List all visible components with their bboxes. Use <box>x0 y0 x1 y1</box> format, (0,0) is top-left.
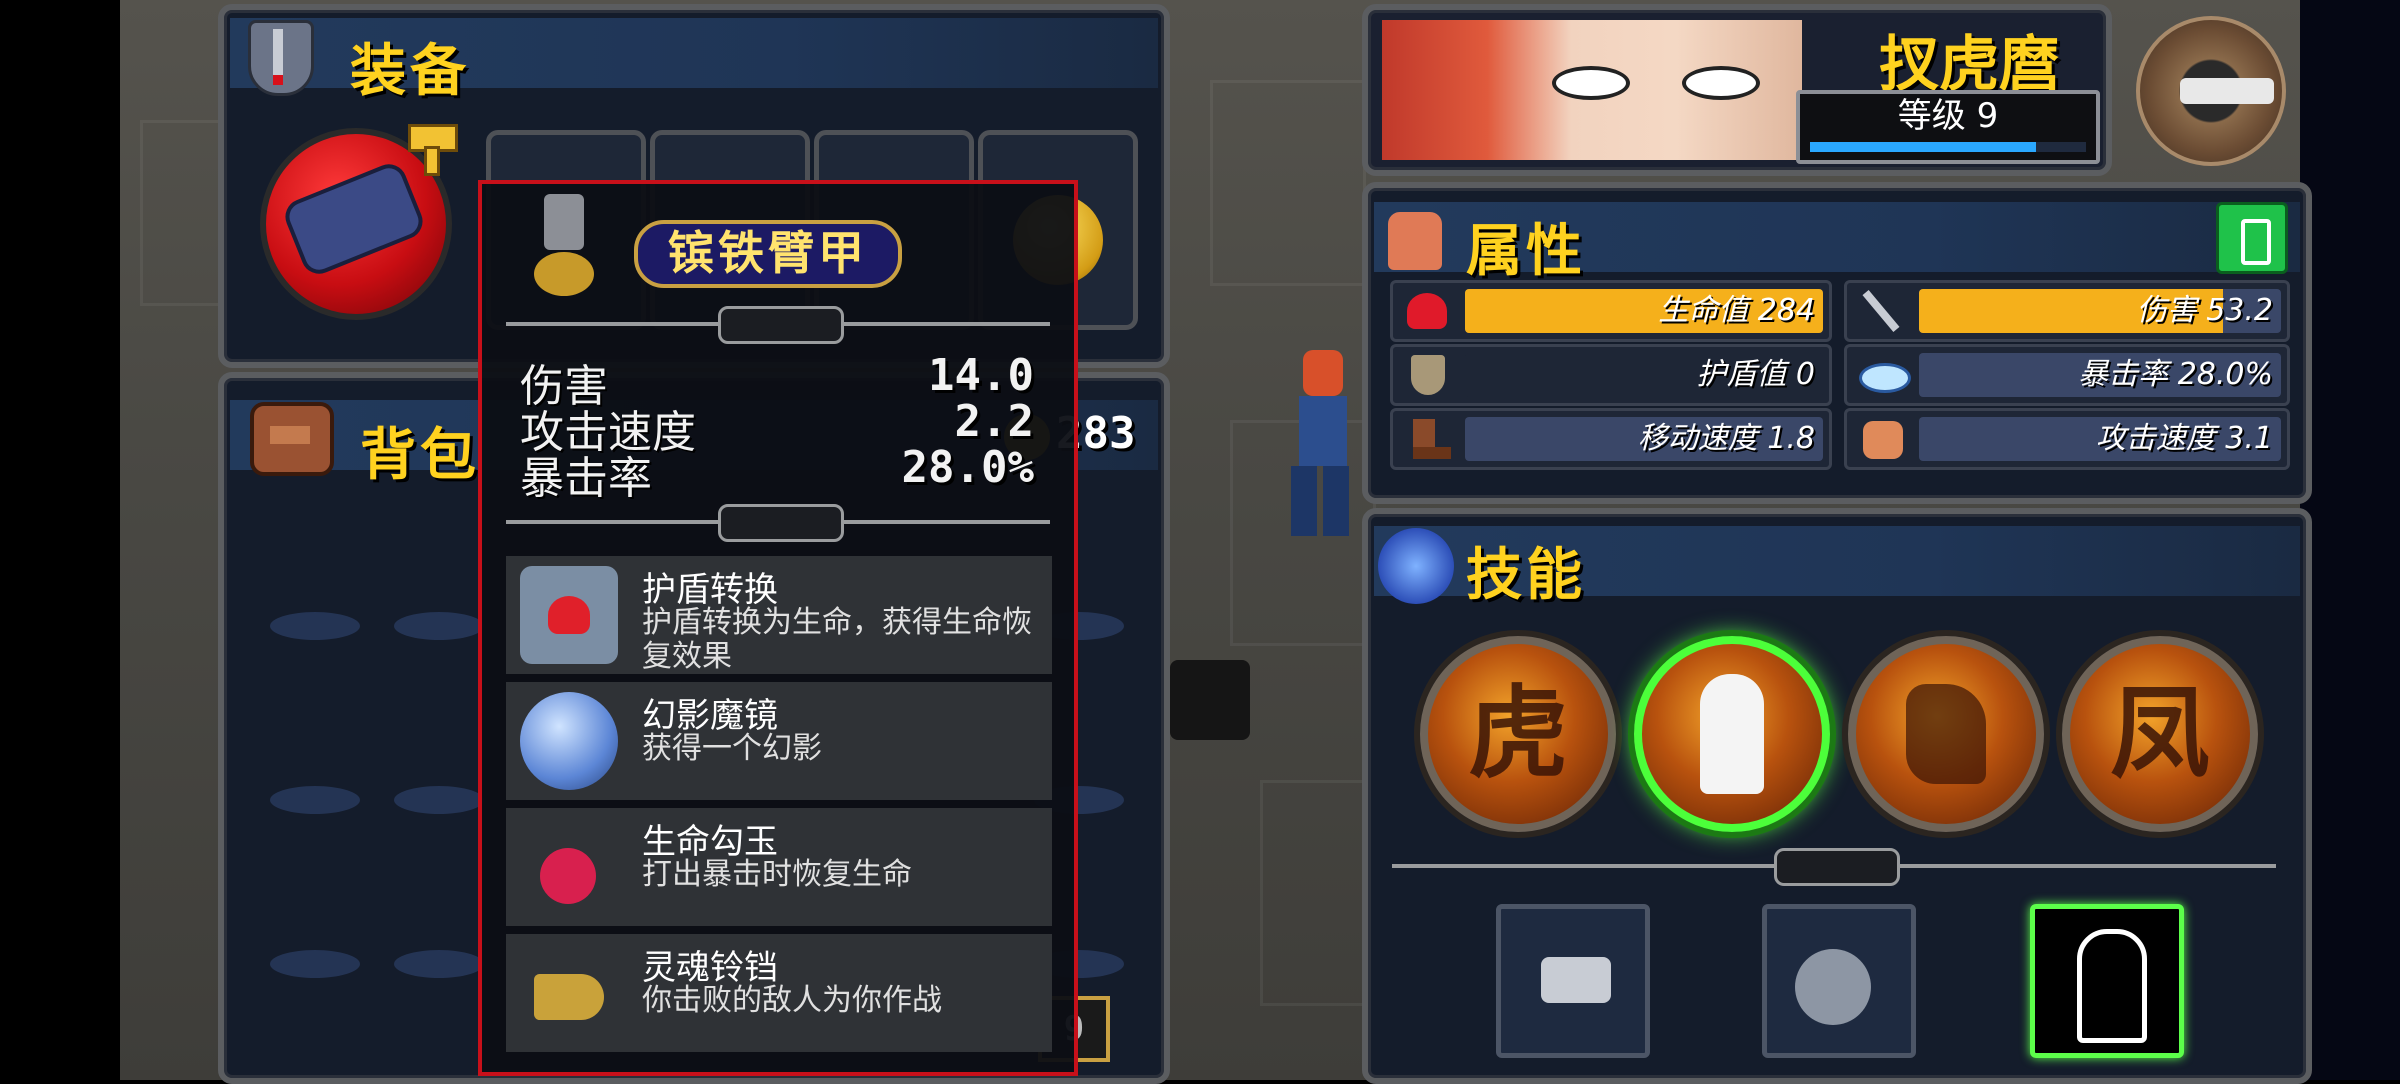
mirror-orb-icon <box>520 692 618 790</box>
body-figure-icon <box>1388 212 1442 270</box>
equipment-title: 装备 <box>350 39 470 104</box>
active-skill-stance-selected[interactable] <box>2030 904 2184 1058</box>
back-arrow-icon <box>2180 78 2274 104</box>
potion-bottle-icon <box>2241 219 2271 265</box>
attr-row-damage: 伤害 53.2 <box>1844 280 2290 342</box>
skills-title: 技能 <box>1466 543 1586 608</box>
effect-desc: 获得一个幻影 <box>642 731 822 766</box>
effect-name: 灵魂铃铛 <box>642 948 778 988</box>
backpack-empty-slot[interactable] <box>270 950 360 978</box>
shield-heart-icon <box>520 566 618 664</box>
character-portrait <box>1382 20 1802 160</box>
stat-label-crit-rate: 暴击率 <box>520 453 652 504</box>
boot-icon <box>1397 415 1457 463</box>
eye-icon <box>1851 351 1911 399</box>
punch-dash-icon <box>1541 957 1611 1003</box>
effect-name: 护盾转换 <box>642 570 778 610</box>
attr-text: 生命值 284 <box>1658 293 1815 328</box>
item-tooltip: 镔铁臂甲 伤害 14.0 攻击速度 2.2 暴击率 28.0% 护盾转换 护盾转… <box>478 180 1078 1076</box>
attr-row-hp: 生命值 284 <box>1390 280 1832 342</box>
backpack-empty-slot[interactable] <box>270 786 360 814</box>
tooltip-divider <box>506 504 1050 542</box>
backpack-icon <box>250 402 334 476</box>
back-button[interactable] <box>2136 16 2286 166</box>
attr-text: 护盾值 0 <box>1696 357 1815 392</box>
potion-button[interactable] <box>2216 202 2288 274</box>
attr-text: 移动速度 1.8 <box>1637 421 1815 456</box>
gauntlet-icon <box>280 158 428 280</box>
lightning-orb-icon <box>1378 528 1454 604</box>
soul-bell-icon <box>520 944 618 1042</box>
stance-aura-icon <box>2077 929 2147 1043</box>
stat-value-damage: 14.0 <box>928 350 1034 401</box>
character-panel: 扠虎麿 等级 9 <box>1362 4 2112 176</box>
armor-statue-icon <box>526 194 602 304</box>
attr-text: 暴击率 28.0% <box>2078 357 2273 392</box>
skill-orb-tiger[interactable]: 虎 <box>1420 636 1616 832</box>
starfield-edge <box>2300 0 2400 1080</box>
effect-desc: 你击败的敌人为你作战 <box>642 983 942 1018</box>
skills-panel: 技能 虎 凤 <box>1362 508 2312 1084</box>
effect-desc: 护盾转换为生命，获得生命恢复效果 <box>642 605 1032 674</box>
attr-row-move-speed: 移动速度 1.8 <box>1390 408 1832 470</box>
xp-bar-fill <box>1810 142 2037 152</box>
skill-orb-phoenix[interactable]: 凤 <box>2062 636 2258 832</box>
backpack-empty-slot[interactable] <box>394 950 484 978</box>
attr-text: 攻击速度 3.1 <box>2095 421 2273 456</box>
active-skill-fist-plus[interactable] <box>1762 904 1916 1058</box>
item-name: 镔铁臂甲 <box>634 220 902 288</box>
active-skill-punch-dash[interactable] <box>1496 904 1650 1058</box>
stat-value-crit-rate: 28.0% <box>901 442 1034 493</box>
attr-text: 伤害 53.2 <box>2136 293 2273 328</box>
stat-value-attack-speed: 2.2 <box>954 396 1034 447</box>
fist-plus-icon <box>1795 949 1871 1025</box>
kick-figure-icon <box>1906 684 1986 784</box>
heart-icon <box>1397 287 1457 335</box>
enemy-shadow-sprite <box>1170 660 1250 740</box>
tooltip-divider <box>506 306 1050 344</box>
attr-row-crit: 暴击率 28.0% <box>1844 344 2290 406</box>
sword-icon <box>1851 287 1911 335</box>
skills-divider <box>1392 848 2276 886</box>
effect-name: 生命勾玉 <box>642 822 778 862</box>
attr-row-shield: 护盾值 0 <box>1390 344 1832 406</box>
backpack-empty-slot[interactable] <box>394 612 484 640</box>
shield-icon <box>1397 351 1457 399</box>
effect-desc: 打出暴击时恢复生命 <box>642 857 912 892</box>
effect-row: 护盾转换 护盾转换为生命，获得生命恢复效果 <box>506 556 1052 674</box>
attributes-title: 属性 <box>1466 219 1586 284</box>
effect-row: 幻影魔镜 获得一个幻影 <box>506 682 1052 800</box>
phoenix-glyph: 凤 <box>2110 675 2210 792</box>
level-label: 等级 9 <box>1897 96 1999 136</box>
skill-orb-stance-selected[interactable] <box>1634 636 1830 832</box>
backpack-empty-slot[interactable] <box>270 612 360 640</box>
hero-sprite <box>1285 350 1355 540</box>
effect-row: 灵魂铃铛 你击败的敌人为你作战 <box>506 934 1052 1052</box>
effect-row: 生命勾玉 打出暴击时恢复生命 <box>506 808 1052 926</box>
magatama-necklace-icon <box>520 818 618 916</box>
effect-name: 幻影魔镜 <box>642 696 778 736</box>
level-box: 等级 9 <box>1796 90 2100 164</box>
fist-icon <box>1851 415 1911 463</box>
hammer-icon[interactable] <box>402 120 460 176</box>
backpack-empty-slot[interactable] <box>394 786 484 814</box>
attr-row-attack-speed: 攻击速度 3.1 <box>1844 408 2290 470</box>
attributes-panel: 属性 生命值 284 伤害 53.2 护盾值 0 暴击率 28.0% 移动速度 … <box>1362 182 2312 504</box>
skill-orb-kick[interactable] <box>1848 636 2044 832</box>
backpack-title: 背包 <box>360 423 480 488</box>
tiger-glyph: 虎 <box>1468 675 1568 792</box>
stance-figure-icon <box>1700 674 1764 794</box>
equipment-icon <box>248 20 314 96</box>
